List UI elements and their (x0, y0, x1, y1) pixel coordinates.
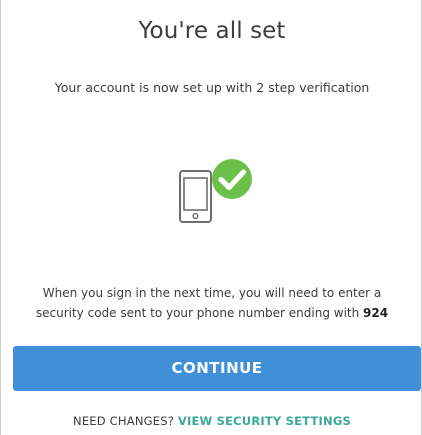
continue-button[interactable]: CONTINUE (13, 346, 421, 391)
notice-line-2: security code sent to your phone number … (1, 303, 422, 323)
notice-line-1: When you sign in the next time, you will… (42, 286, 382, 300)
verification-complete-dialog: You're all set Your account is now set u… (0, 0, 422, 435)
subtitle-text: Your account is now set up with 2 step v… (54, 80, 370, 95)
verification-illustration (169, 156, 269, 226)
page-title: You're all set (138, 18, 286, 44)
need-changes-label: NEED CHANGES? (73, 414, 178, 428)
notice-line-2-text: security code sent to your phone number … (35, 306, 364, 320)
footer-links: NEED CHANGES? VIEW SECURITY SETTINGS (1, 414, 422, 428)
checkmark-badge-icon (212, 159, 252, 199)
phone-icon (179, 170, 212, 223)
phone-with-check-graphic (179, 159, 252, 223)
phone-number-suffix: 924 (363, 306, 389, 320)
sign-in-notice: When you sign in the next time, you will… (1, 283, 422, 323)
view-security-settings-link[interactable]: VIEW SECURITY SETTINGS (178, 414, 351, 428)
